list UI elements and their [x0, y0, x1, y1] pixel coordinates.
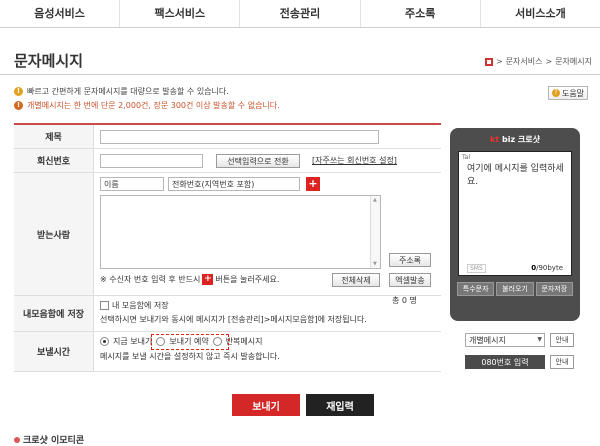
- list-scrollbar[interactable]: [370, 196, 380, 268]
- save-label: 내모음함에 저장: [14, 296, 94, 331]
- info-line-1: ! 빠르고 간편하게 문자메시지를 대량으로 발송할 수 있습니다.: [14, 86, 229, 97]
- byte-counter: 0/90byte: [531, 264, 563, 272]
- message-type-select[interactable]: 개별메시지 ▼: [465, 333, 545, 347]
- title-label: 제목: [14, 125, 94, 148]
- reply-row: 회신번호 선택입력으로 전환 [자주쓰는 회신번호 설정]: [14, 149, 441, 173]
- repeat-label: 반복메시지: [225, 337, 263, 346]
- sms-badge: SMS: [467, 264, 486, 273]
- emoticon-section-title: 크로샷 이모티콘: [14, 433, 84, 446]
- reset-button[interactable]: 재입력: [306, 394, 374, 416]
- special-char-button[interactable]: 특수문자: [457, 282, 495, 296]
- reply-setting-link[interactable]: [자주쓰는 회신번호 설정]: [312, 155, 397, 166]
- question-icon: ?: [551, 89, 560, 97]
- title-input[interactable]: [100, 130, 379, 144]
- recipient-note: ※ 수신자 번호 입력 후 반드시 + 버튼을 눌러주세요.: [100, 274, 279, 285]
- phone-input[interactable]: [168, 177, 300, 191]
- nav-fax[interactable]: 팩스서비스: [120, 0, 241, 27]
- save-checkbox[interactable]: [100, 301, 109, 310]
- info-text-1: 빠르고 간편하게 문자메시지를 대량으로 발송할 수 있습니다.: [27, 87, 229, 96]
- save-description: 선택하시면 보내기와 동시에 메시지가 [전송관리]>메시지모음함]에 저장됩니…: [100, 315, 367, 324]
- 080-number-button[interactable]: 080번호 입력: [465, 355, 545, 369]
- save-text-button[interactable]: 문자저장: [535, 282, 573, 296]
- time-description: 메시지를 보낼 시간을 설정하지 않고 즉시 발송합니다.: [100, 352, 280, 361]
- warning-icon: !: [14, 101, 23, 110]
- recipient-row: 받는사람 + 주소록 엑셀발송 총 0 명 ※ 수신자 번호 입력 후 반드시 …: [14, 173, 441, 305]
- brand-logo: kt: [490, 135, 500, 144]
- address-book-button[interactable]: 주소록: [389, 253, 431, 267]
- title-divider: [0, 74, 600, 75]
- guide-button-1[interactable]: 안내: [550, 333, 574, 347]
- nav-transfer[interactable]: 전송관리: [240, 0, 361, 27]
- home-icon[interactable]: [484, 57, 493, 66]
- signal-icon: Tal: [462, 154, 471, 161]
- recipient-list[interactable]: [100, 195, 381, 269]
- breadcrumb-sep: >: [495, 57, 503, 66]
- phone-preview: kt biz 크로샷 Tal 여기에 메시지를 입력하세요. SMS 0/90b…: [450, 128, 580, 321]
- phone-brand: kt biz 크로샷: [450, 134, 580, 145]
- time-row: 보낼시간 지금 보내기 보내기 예약 반복메시지 메시지를 보낼 시간을 설정하…: [14, 332, 441, 372]
- nav-voice[interactable]: 음성서비스: [0, 0, 121, 27]
- load-button[interactable]: 불러오기: [496, 282, 534, 296]
- save-check-label: 내 모음함에 저장: [112, 301, 169, 310]
- message-textarea[interactable]: Tal 여기에 메시지를 입력하세요. SMS 0/90byte: [458, 151, 572, 276]
- note-text-post: 버튼을 눌러주세요.: [215, 275, 280, 284]
- name-input[interactable]: [100, 177, 164, 191]
- info-text-2: 개별메시지는 한 번에 단문 2,000건, 장문 300건 이상 발송할 수 …: [27, 101, 280, 110]
- breadcrumb-current: 문자메시지: [555, 57, 592, 66]
- note-text-pre: ※ 수신자 번호 입력 후 반드시: [100, 275, 201, 284]
- title-row: 제목: [14, 125, 441, 149]
- chevron-down-icon: ▼: [537, 336, 542, 343]
- save-row: 내모음함에 저장 내 모음함에 저장 선택하시면 보내기와 동시에 메시지가 […: [14, 296, 441, 332]
- breadcrumb-item[interactable]: 문자서비스: [506, 56, 543, 67]
- send-now-radio[interactable]: [100, 337, 109, 346]
- breadcrumb: > 문자서비스 > 문자메시지: [484, 56, 592, 67]
- page-title: 문자메시지: [14, 52, 84, 70]
- add-recipient-button[interactable]: +: [306, 177, 320, 191]
- reply-number-input[interactable]: [100, 154, 203, 168]
- help-label: 도움말: [561, 88, 585, 98]
- send-button[interactable]: 보내기: [232, 394, 300, 416]
- message-placeholder: 여기에 메시지를 입력하세요.: [467, 164, 564, 187]
- brand-name: biz 크로샷: [501, 135, 540, 144]
- excel-send-button[interactable]: 엑셀발송: [389, 273, 431, 287]
- reserve-highlight: [151, 334, 229, 350]
- breadcrumb-sep: >: [545, 57, 553, 66]
- emoticon-title: 크로샷 이모티콘: [23, 436, 85, 446]
- send-now-label: 지금 보내기: [113, 337, 153, 346]
- info-icon: !: [14, 87, 23, 96]
- select-value: 개별메시지: [469, 335, 506, 345]
- guide-button-2[interactable]: 안내: [550, 355, 574, 369]
- bullet-icon: [14, 436, 20, 443]
- info-line-2: ! 개별메시지는 한 번에 단문 2,000건, 장문 300건 이상 발송할 …: [14, 100, 280, 111]
- delete-all-button[interactable]: 전체삭제: [332, 273, 380, 287]
- plus-icon: +: [202, 274, 214, 285]
- message-form: 제목 회신번호 선택입력으로 전환 [자주쓰는 회신번호 설정] 받는사람 + …: [14, 123, 441, 372]
- time-label: 보낼시간: [14, 332, 94, 371]
- reply-label: 회신번호: [14, 149, 94, 172]
- top-nav: 음성서비스 팩스서비스 전송관리 주소록 서비스소개: [0, 0, 600, 28]
- recipient-label: 받는사람: [14, 173, 94, 295]
- help-button[interactable]: ? 도움말: [548, 86, 588, 100]
- nav-intro[interactable]: 서비스소개: [481, 0, 600, 27]
- phone-buttons: 특수문자 불러오기 문자저장: [457, 282, 573, 296]
- reply-switch-button[interactable]: 선택입력으로 전환: [216, 154, 300, 168]
- nav-address[interactable]: 주소록: [361, 0, 481, 27]
